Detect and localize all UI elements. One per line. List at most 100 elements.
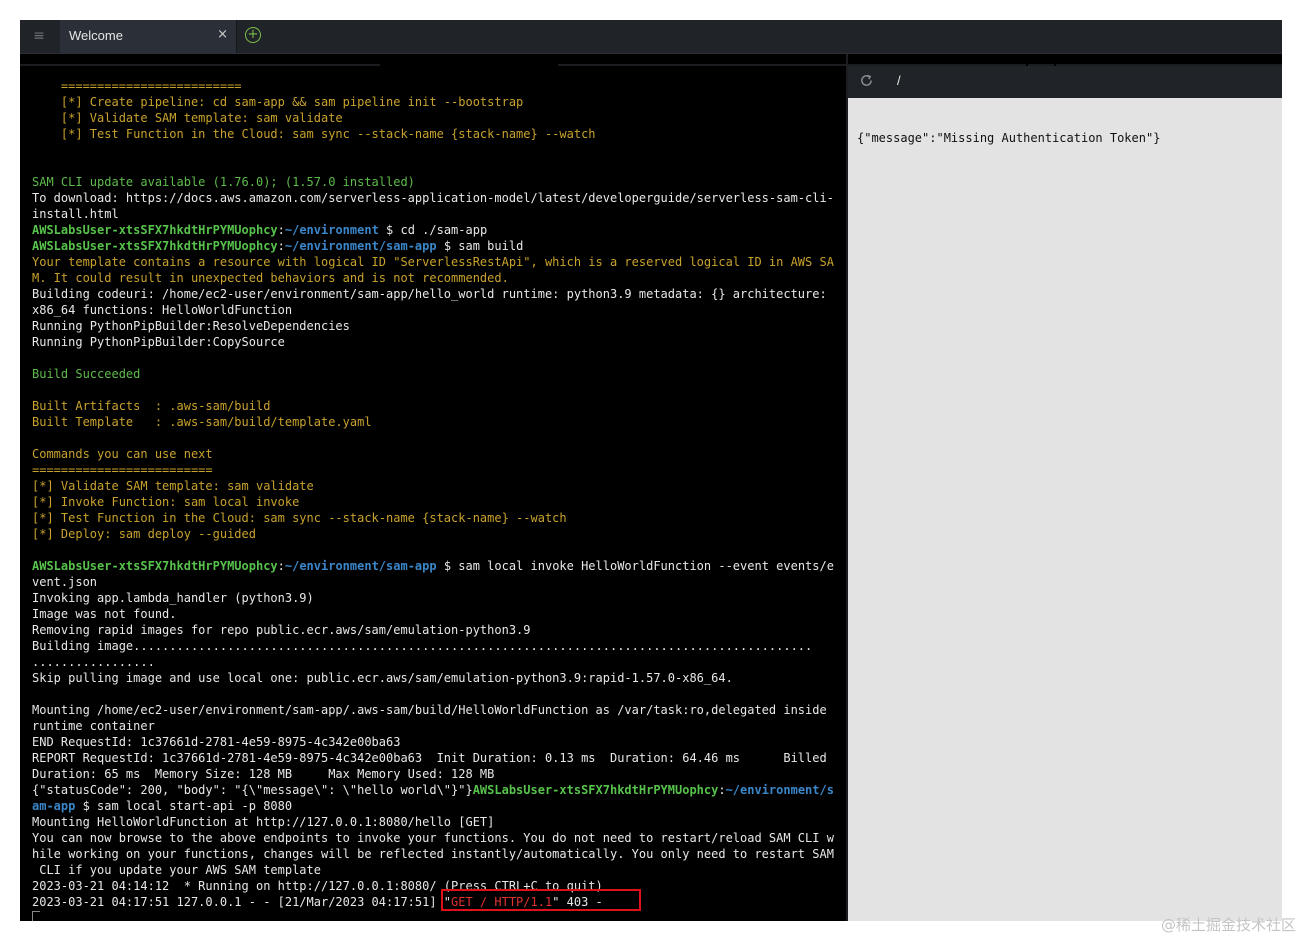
terminal-tab-strip	[20, 54, 846, 66]
terminal-text: AWSLabsUser-xtsSFX7hkdtHrPYMUophcy	[32, 239, 278, 253]
terminal-text: ~/environment/sam-app	[284, 559, 437, 573]
url-input[interactable]: /	[897, 73, 901, 88]
reload-icon[interactable]	[859, 73, 874, 88]
terminal-line: Building image..........................…	[32, 638, 836, 654]
terminal-text: =========================	[32, 79, 242, 93]
strip-segment	[1056, 54, 1282, 66]
terminal-text: [*] Deploy: sam deploy --guided	[32, 527, 256, 541]
terminal-text: $ sam local invoke HelloWorldFunction --…	[436, 559, 834, 573]
terminal-line: install.html	[32, 206, 836, 222]
terminal-line: Invoking app.lambda_handler (python3.9)	[32, 590, 836, 606]
terminal-text: Mounting HelloWorldFunction at http://12…	[32, 815, 495, 829]
terminal-line: 2023-03-21 04:14:12 * Running on http://…	[32, 878, 836, 894]
terminal-text: Build Succeeded	[32, 367, 141, 381]
preview-browser: / {"message":"Missing Authentication Tok…	[848, 54, 1282, 921]
terminal-line: [*] Test Function in the Cloud: sam sync…	[32, 126, 836, 142]
terminal-line: Skip pulling image and use local one: pu…	[32, 670, 836, 686]
terminal-line: AWSLabsUser-xtsSFX7hkdtHrPYMUophcy:~/env…	[32, 558, 836, 574]
terminal-line: Running PythonPipBuilder:ResolveDependen…	[32, 318, 836, 334]
terminal-text: Your template contains a resource with l…	[32, 255, 834, 269]
terminal-line: [*] Test Function in the Cloud: sam sync…	[32, 510, 836, 526]
terminal-text: [*] Test Function in the Cloud: sam sync…	[32, 511, 567, 525]
terminal-text: You can now browse to the above endpoint…	[32, 831, 834, 845]
terminal-line: Building codeuri: /home/ec2-user/environ…	[32, 286, 836, 302]
terminal-text: runtime container	[32, 719, 155, 733]
terminal-text: [*] Test Function in the Cloud: sam sync…	[32, 127, 596, 141]
strip-segment	[558, 54, 846, 66]
terminal-text: [*] Create pipeline: cd sam-app && sam p…	[32, 95, 524, 109]
terminal-text: [*] Invoke Function: sam local invoke	[32, 495, 300, 509]
terminal-line: Mounting HelloWorldFunction at http://12…	[32, 814, 836, 830]
terminal-text: CLI if you update your AWS SAM template	[32, 863, 321, 877]
terminal-text: Removing rapid images for repo public.ec…	[32, 623, 531, 637]
terminal-line: M. It could result in unexpected behavio…	[32, 270, 836, 286]
terminal-text: $ sam local start-api -p 8080	[75, 799, 293, 813]
close-icon[interactable]: ×	[217, 27, 228, 42]
terminal-text: AWSLabsUser-xtsSFX7hkdtHrPYMUophcy	[472, 783, 719, 797]
terminal-text: [*] Validate SAM template: sam validate	[32, 111, 343, 125]
highlight-annotation	[441, 889, 641, 911]
menu-icon[interactable]: ≡	[30, 28, 48, 44]
terminal-text: Built Artifacts : .aws-sam/build	[32, 399, 271, 413]
terminal-line: 2023-03-21 04:17:51 127.0.0.1 - - [21/Ma…	[32, 894, 836, 910]
terminal-text: Duration: 65 ms Memory Size: 128 MB Max …	[32, 767, 495, 781]
terminal-text: Building codeuri: /home/ec2-user/environ…	[32, 287, 827, 301]
terminal-output[interactable]: ========================= [*] Create pip…	[32, 78, 836, 910]
page-content: {"message":"Missing Authentication Token…	[857, 131, 1161, 145]
tab-welcome[interactable]: Welcome ×	[60, 20, 237, 53]
terminal-text: :	[277, 223, 285, 237]
terminal-text: END RequestId: 1c37661d-2781-4e59-8975-4…	[32, 735, 401, 749]
terminal-text: =========================	[32, 463, 213, 477]
terminal-line: Mounting /home/ec2-user/environment/sam-…	[32, 702, 836, 718]
terminal-line: [*] Validate SAM template: sam validate	[32, 110, 836, 126]
terminal-text: 2023-03-21 04:17:51 127.0.0.1 - - [21/Ma…	[32, 895, 452, 909]
terminal-line: =========================	[32, 78, 836, 94]
terminal-cursor	[32, 911, 40, 921]
terminal-text: Invoking app.lambda_handler (python3.9)	[32, 591, 314, 605]
terminal-text: M. It could result in unexpected behavio…	[32, 271, 509, 285]
terminal-line: AWSLabsUser-xtsSFX7hkdtHrPYMUophcy:~/env…	[32, 238, 836, 254]
terminal-line: Removing rapid images for repo public.ec…	[32, 622, 836, 638]
tab-bar: ≡ Welcome × +	[20, 20, 1282, 54]
terminal-text: To download: https://docs.aws.amazon.com…	[32, 191, 834, 205]
terminal-line: .................	[32, 654, 836, 670]
terminal-line: Built Artifacts : .aws-sam/build	[32, 398, 836, 414]
terminal-text: x86_64 functions: HelloWorldFunction	[32, 303, 293, 317]
terminal-line: Your template contains a resource with l…	[32, 254, 836, 270]
terminal-text: ~/environment/sam-app	[284, 239, 437, 253]
terminal-text: Mounting /home/ec2-user/environment/sam-…	[32, 703, 827, 717]
terminal-text: SAM CLI update available (1.76.0); (1.57…	[32, 175, 415, 189]
strip-segment	[20, 54, 380, 66]
strip-segment	[848, 54, 1026, 66]
browser-nav-bar: /	[848, 66, 1282, 98]
terminal-line: REPORT RequestId: 1c37661d-2781-4e59-897…	[32, 750, 836, 766]
browser-tab-strip	[848, 54, 1282, 66]
ide-window: ≡ Welcome × + ========================= …	[20, 20, 1282, 921]
terminal-line: SAM CLI update available (1.76.0); (1.57…	[32, 174, 836, 190]
terminal-text: hile working on your functions, changes …	[32, 847, 834, 861]
terminal-text: AWSLabsUser-xtsSFX7hkdtHrPYMUophcy	[32, 223, 278, 237]
terminal-line: Duration: 65 ms Memory Size: 128 MB Max …	[32, 766, 836, 782]
terminal-text: Image was not found.	[32, 607, 177, 621]
terminal-text: Building image..........................…	[32, 639, 813, 653]
terminal-text: Built Template : .aws-sam/build/template…	[32, 415, 372, 429]
terminal-text: [*] Validate SAM template: sam validate	[32, 479, 314, 493]
terminal-text: AWSLabsUser-xtsSFX7hkdtHrPYMUophcy	[32, 559, 278, 573]
watermark: @稀土掘金技术社区	[1160, 916, 1296, 934]
terminal-text: REPORT RequestId: 1c37661d-2781-4e59-897…	[32, 751, 827, 765]
terminal-text: .................	[32, 655, 155, 669]
terminal-line: {"statusCode": 200, "body": "{\"message\…	[32, 782, 836, 798]
strip-segment-active	[382, 54, 556, 66]
terminal-text: Running PythonPipBuilder:CopySource	[32, 335, 285, 349]
terminal-text: ~/environment/s	[725, 783, 834, 797]
terminal-text: :	[277, 239, 285, 253]
terminal-text: am-app	[32, 799, 76, 813]
terminal-line: Build Succeeded	[32, 366, 836, 382]
terminal-line: am-app $ sam local start-api -p 8080	[32, 798, 836, 814]
add-tab-icon[interactable]: +	[245, 27, 261, 43]
terminal-line: hile working on your functions, changes …	[32, 846, 836, 862]
